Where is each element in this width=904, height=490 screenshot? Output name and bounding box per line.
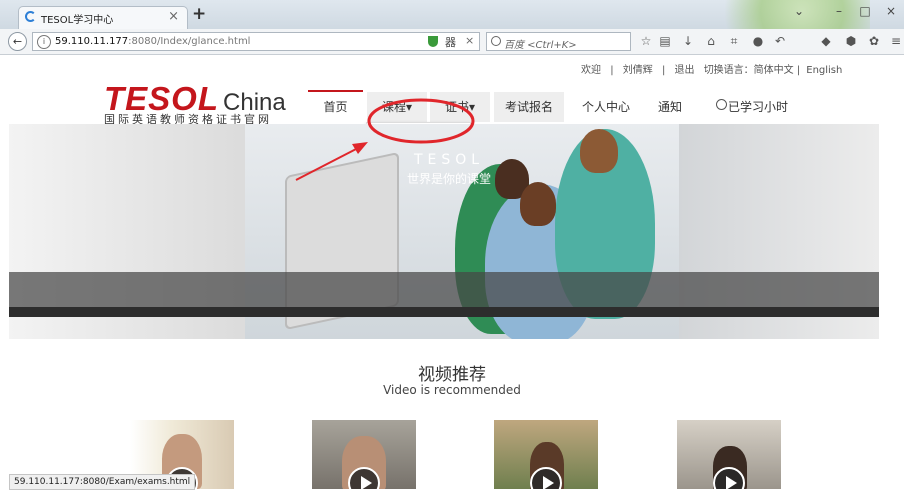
screenshot-icon[interactable]: ⌗ <box>726 33 742 49</box>
user-name-link[interactable]: 刘倩辉 <box>623 65 653 76</box>
maximize-button[interactable]: □ <box>852 4 878 22</box>
nav-notice[interactable]: 通知 <box>648 92 692 122</box>
addon-icon[interactable]: ✿ <box>866 33 882 49</box>
undo-icon[interactable]: ↶ <box>772 33 788 49</box>
hero-divider <box>9 307 879 317</box>
video-thumbnail[interactable] <box>494 420 598 489</box>
reading-list-icon[interactable]: ▤ <box>657 33 673 49</box>
user-bar: 欢迎 | 刘倩辉 | 退出 切换语言：简体中文 | English <box>581 65 843 76</box>
nav-study-hours: 已学习小时18 <box>728 100 789 144</box>
info-icon[interactable]: i <box>37 35 51 49</box>
search-placeholder: 百度 <Ctrl+K> <box>504 40 577 51</box>
hero-subtitle: 世界是你的课堂 <box>406 172 491 186</box>
browser-tab[interactable]: TESOL学习中心 × <box>18 6 188 29</box>
home-icon[interactable]: ⌂ <box>703 33 719 49</box>
search-icon <box>491 36 501 46</box>
close-window-button[interactable]: × <box>878 4 904 22</box>
chat-icon[interactable]: ● <box>750 33 766 49</box>
chevron-down-icon[interactable]: ⌄ <box>786 4 812 22</box>
extension-icon[interactable]: ◆ <box>818 33 834 49</box>
section-title: 视频推荐 <box>418 365 486 385</box>
back-button[interactable]: ← <box>8 32 27 51</box>
video-thumbnail[interactable] <box>312 420 416 489</box>
hero-title: TESOL <box>413 152 485 168</box>
logout-link[interactable]: 退出 <box>675 65 695 76</box>
nav-home[interactable]: 首页 <box>308 90 363 122</box>
status-bar-url: 59.110.11.177:8080/Exam/exams.html <box>9 474 196 490</box>
new-tab-button[interactable]: + <box>192 4 206 24</box>
download-icon[interactable]: ↓ <box>680 33 696 49</box>
star-icon[interactable]: ☆ <box>638 33 654 49</box>
language-label[interactable]: 切换语言：简体中文 <box>704 65 794 76</box>
head <box>520 182 556 226</box>
nav-personal-center[interactable]: 个人中心 <box>572 92 640 122</box>
shield-icon[interactable] <box>428 36 438 47</box>
nav-exam-signup[interactable]: 考试报名 <box>494 92 564 122</box>
loading-icon <box>25 11 36 22</box>
browser-tab-strip: TESOL学习中心 × + ⌄ – □ × <box>0 0 904 30</box>
address-bar[interactable]: i 59.110.11.177:8080/Index/glance.html 器… <box>32 32 480 51</box>
minimize-button[interactable]: – <box>826 4 852 22</box>
nav-certificate[interactable]: 证书▾ <box>430 92 490 122</box>
shield-extension-icon[interactable]: ⬢ <box>843 33 859 49</box>
search-bar[interactable]: 百度 <Ctrl+K> <box>486 32 631 51</box>
nav-courses[interactable]: 课程▾ <box>367 92 427 122</box>
section-subtitle: Video is recommended <box>383 383 521 397</box>
welcome-text: 欢迎 <box>581 65 601 76</box>
tab-title: TESOL学习中心 <box>41 15 114 26</box>
english-link[interactable]: English <box>806 65 842 76</box>
url-text: 59.110.11.177:8080/Index/glance.html <box>55 36 251 47</box>
alarm-clock-icon <box>716 99 727 110</box>
grid-icon[interactable]: 器 <box>445 34 456 50</box>
browser-nav-bar: ← i 59.110.11.177:8080/Index/glance.html… <box>0 29 904 55</box>
video-thumbnail[interactable] <box>677 420 781 489</box>
site-logo[interactable]: TESOL China 国际英语教师资格证书官网 <box>104 80 286 126</box>
clear-url-icon[interactable]: × <box>465 34 474 47</box>
tab-close-icon[interactable]: × <box>168 9 179 24</box>
menu-icon[interactable]: ≡ <box>888 33 904 49</box>
